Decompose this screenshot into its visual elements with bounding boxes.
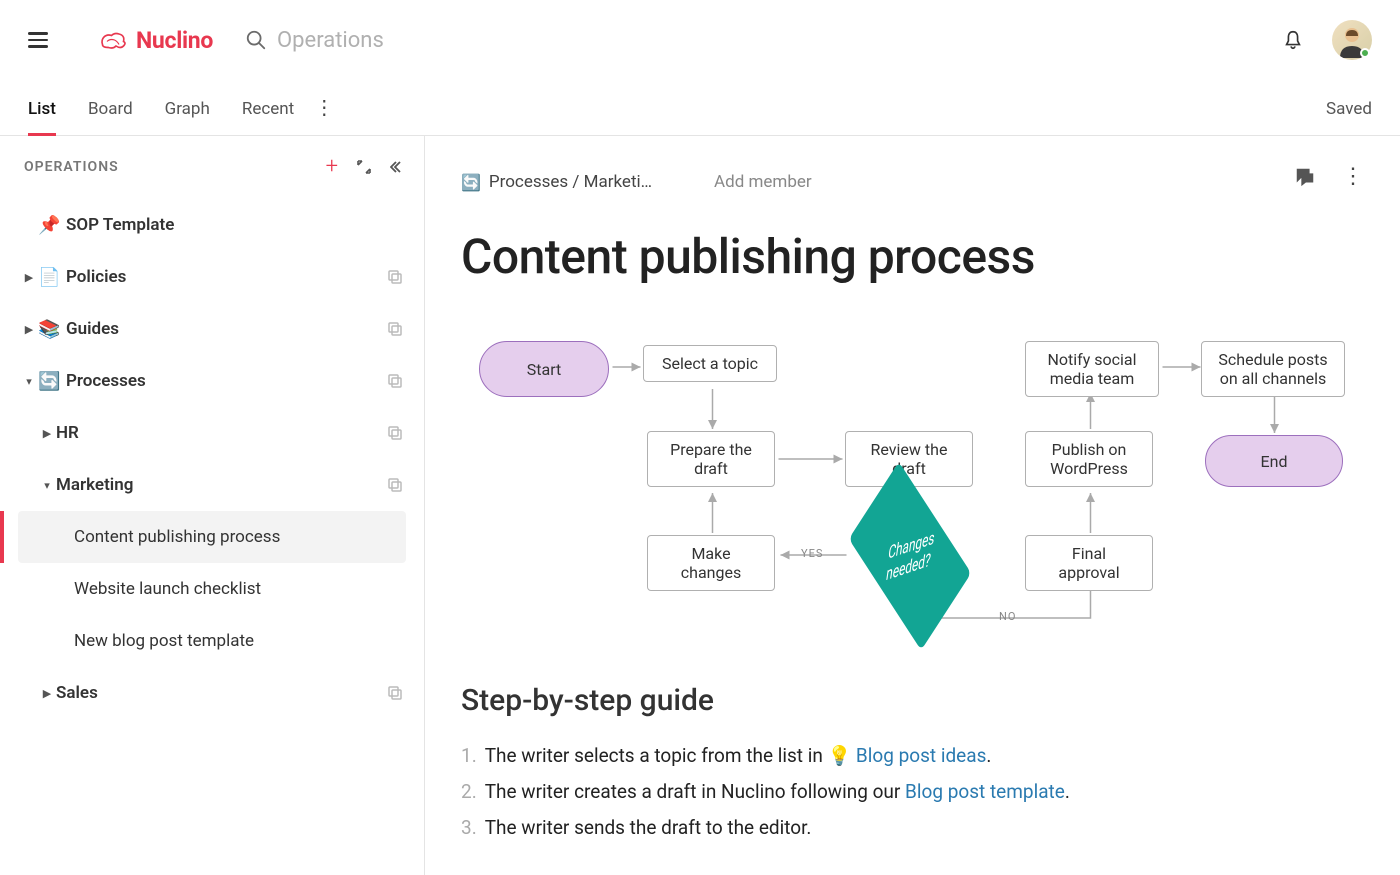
chevron-down-icon: ▾ — [22, 375, 36, 388]
sidebar-item-label: Content publishing process — [74, 527, 280, 547]
link-blog-post-ideas[interactable]: Blog post ideas — [856, 744, 986, 767]
chevron-down-icon: ▾ — [40, 479, 54, 492]
flow-edge-no: NO — [999, 610, 1016, 623]
guide-step[interactable]: The writer sends the draft to the editor… — [461, 810, 1364, 846]
copy-icon[interactable] — [388, 686, 402, 700]
doc-more-menu[interactable]: ⋮ — [1342, 164, 1364, 189]
search-button[interactable]: Operations — [245, 28, 384, 53]
sidebar-item-label: Processes — [66, 371, 146, 391]
add-member-button[interactable]: Add member — [714, 172, 812, 192]
sidebar-title: OPERATIONS — [24, 159, 119, 175]
sidebar-item-label: Marketing — [56, 475, 133, 495]
search-placeholder: Operations — [277, 28, 384, 53]
sidebar-item-label: HR — [56, 423, 79, 443]
save-status: Saved — [1326, 99, 1372, 135]
sidebar-item-content-publishing[interactable]: Content publishing process — [18, 511, 406, 563]
sidebar-item-policies[interactable]: ▶ 📄 Policies — [18, 251, 406, 303]
flow-notify: Notify social media team — [1025, 341, 1159, 397]
status-online-icon — [1360, 48, 1370, 58]
user-avatar[interactable] — [1332, 20, 1372, 60]
sidebar-item-sales[interactable]: ▶ Sales — [18, 667, 406, 719]
copy-icon[interactable] — [388, 426, 402, 440]
link-blog-post-template[interactable]: Blog post template — [905, 780, 1065, 803]
guide-step[interactable]: The writer selects a topic from the list… — [461, 738, 1364, 774]
tabs-more-menu[interactable]: ⋮ — [314, 95, 334, 135]
brand-logo-icon — [98, 29, 128, 51]
sidebar-item-guides[interactable]: ▶ 📚 Guides — [18, 303, 406, 355]
guide-step[interactable]: The writer creates a draft in Nuclino fo… — [461, 774, 1364, 810]
flow-select-topic: Select a topic — [643, 345, 777, 382]
refresh-icon: 🔄 — [38, 371, 58, 392]
sidebar-item-marketing[interactable]: ▾ Marketing — [18, 459, 406, 511]
sidebar-pinned-sop-template[interactable]: 📌 SOP Template — [18, 199, 406, 251]
flow-final-approval: Final approval — [1025, 535, 1153, 591]
sidebar-item-label: New blog post template — [74, 631, 254, 651]
search-icon — [245, 29, 267, 51]
flowchart: Start Select a topic Prepare the draft R… — [461, 333, 1364, 653]
expand-icon[interactable] — [356, 159, 372, 175]
guide-heading: Step-by-step guide — [461, 683, 1364, 718]
copy-icon[interactable] — [388, 374, 402, 388]
flow-schedule: Schedule posts on all channels — [1201, 341, 1345, 397]
flow-prepare-draft: Prepare the draft — [647, 431, 775, 487]
brand[interactable]: Nuclino — [98, 27, 213, 54]
collapse-sidebar-icon[interactable] — [390, 159, 406, 175]
sidebar-item-website-launch[interactable]: Website launch checklist — [18, 563, 406, 615]
copy-icon[interactable] — [388, 322, 402, 336]
brand-name: Nuclino — [136, 27, 213, 54]
doc-title[interactable]: Content publishing process — [461, 228, 1364, 285]
copy-icon[interactable] — [388, 478, 402, 492]
pin-icon: 📌 — [38, 215, 58, 236]
notifications-icon[interactable] — [1282, 29, 1304, 51]
sidebar-item-hr[interactable]: ▶ HR — [18, 407, 406, 459]
flow-changes-needed: Changes needed? — [845, 511, 975, 601]
menu-button[interactable] — [28, 29, 50, 51]
sidebar-item-label: Website launch checklist — [74, 579, 261, 599]
tab-graph[interactable]: Graph — [165, 85, 210, 135]
flow-start: Start — [479, 341, 609, 397]
sidebar-item-label: Policies — [66, 267, 126, 287]
flow-make-changes: Make changes — [647, 535, 775, 591]
flow-edge-yes: YES — [801, 547, 823, 560]
tab-board[interactable]: Board — [88, 85, 133, 135]
copy-icon[interactable] — [388, 270, 402, 284]
sidebar-item-blog-template[interactable]: New blog post template — [18, 615, 406, 667]
tab-list[interactable]: List — [28, 85, 56, 135]
add-item-button[interactable]: + — [326, 154, 338, 179]
tab-recent[interactable]: Recent — [242, 85, 294, 135]
sidebar-item-processes[interactable]: ▾ 🔄 Processes — [18, 355, 406, 407]
comments-icon[interactable] — [1294, 166, 1316, 188]
document-icon: 📄 — [38, 267, 58, 288]
flow-end: End — [1205, 435, 1343, 487]
chevron-right-icon: ▶ — [22, 271, 36, 284]
sidebar-item-label: Sales — [56, 683, 98, 703]
chevron-right-icon: ▶ — [22, 323, 36, 336]
breadcrumb[interactable]: Processes / Marketi… — [489, 172, 652, 192]
chevron-right-icon: ▶ — [40, 687, 54, 700]
books-icon: 📚 — [38, 319, 58, 340]
sidebar-item-label: Guides — [66, 319, 119, 339]
sidebar-pinned-label: SOP Template — [66, 215, 174, 235]
chevron-right-icon: ▶ — [40, 427, 54, 440]
flow-publish: Publish on WordPress — [1025, 431, 1153, 487]
refresh-icon: 🔄 — [461, 173, 481, 192]
